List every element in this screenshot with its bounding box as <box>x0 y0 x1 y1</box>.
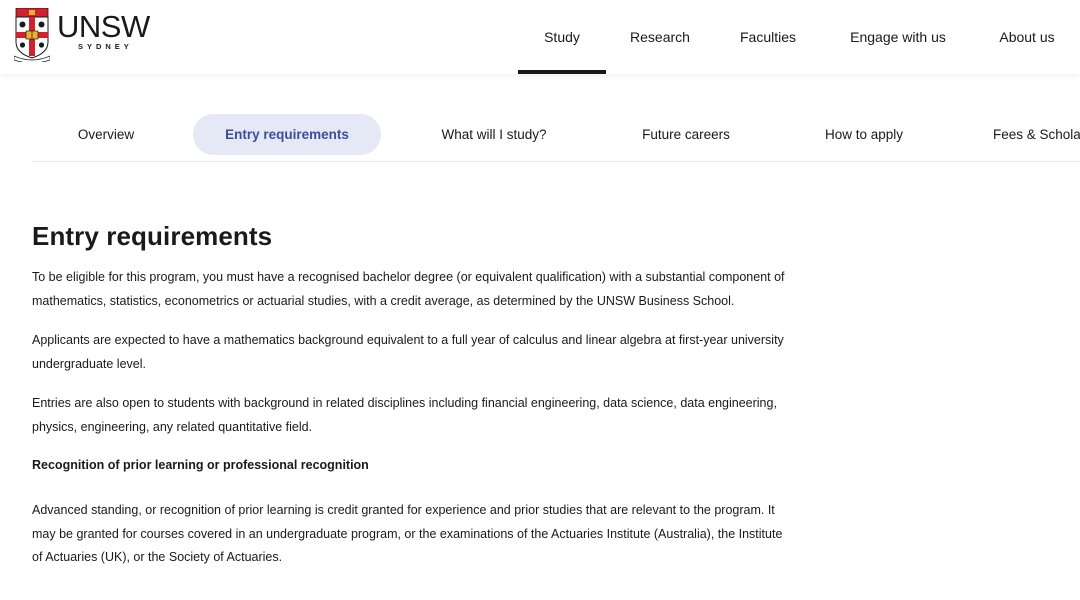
site-header: UNSW SYDNEY Study Research Faculties Eng… <box>0 0 1080 74</box>
brand-name: UNSW <box>57 9 150 44</box>
related-disciplines-paragraph: Entries are also open to students with b… <box>32 396 777 434</box>
tab-overview[interactable]: Overview <box>32 114 180 155</box>
top-nav: Study Research Faculties Engage with us … <box>518 0 1080 74</box>
program-tabs: Overview Entry requirements What will I … <box>32 114 1080 162</box>
nav-engage-with-us[interactable]: Engage with us <box>822 0 974 74</box>
rpl-heading: Recognition of prior learning or profess… <box>32 458 369 472</box>
page-title: Entry requirements <box>32 221 273 251</box>
nav-about-us[interactable]: About us <box>974 0 1080 74</box>
eligibility-paragraph: To be eligible for this program, you mus… <box>32 270 785 308</box>
unsw-logo[interactable]: UNSW SYDNEY <box>14 8 150 62</box>
unsw-crest-icon <box>14 8 50 62</box>
wordmark: UNSW SYDNEY <box>57 9 150 51</box>
tab-entry-requirements[interactable]: Entry requirements <box>193 114 381 155</box>
tab-what-will-i-study[interactable]: What will I study? <box>400 114 588 155</box>
tab-fees-scholarships[interactable]: Fees & Schola <box>974 114 1080 155</box>
nav-faculties[interactable]: Faculties <box>714 0 822 74</box>
rpl-paragraph: Advanced standing, or recognition of pri… <box>32 503 783 564</box>
brand-city: SYDNEY <box>77 42 133 51</box>
tab-future-careers[interactable]: Future careers <box>592 114 780 155</box>
maths-background-paragraph: Applicants are expected to have a mathem… <box>32 333 784 371</box>
tab-how-to-apply[interactable]: How to apply <box>770 114 958 155</box>
nav-research[interactable]: Research <box>606 0 714 74</box>
nav-study[interactable]: Study <box>518 0 606 74</box>
entry-requirements-section: Entry requirements To be eligible for th… <box>32 219 792 570</box>
